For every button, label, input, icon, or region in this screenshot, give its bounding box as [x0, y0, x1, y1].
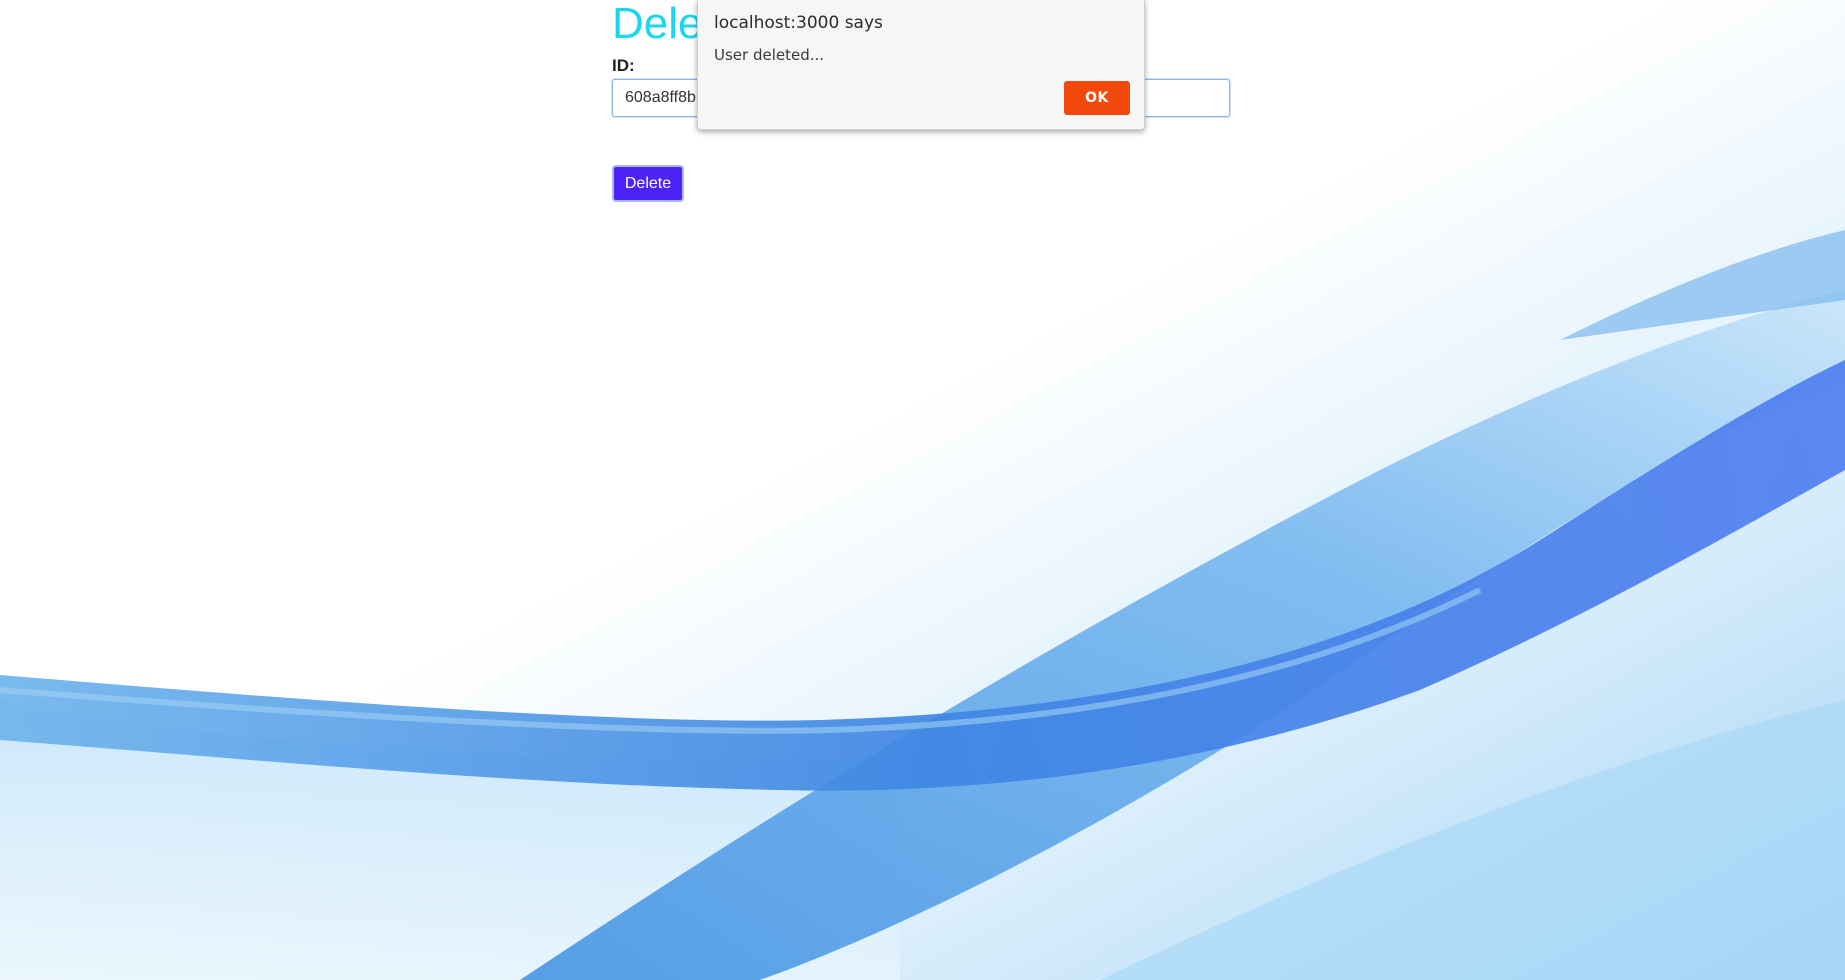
browser-viewport: Delete ID: Delete localhost:3000 says Us… — [0, 0, 1845, 980]
delete-button[interactable]: Delete — [612, 165, 684, 202]
id-label: ID: — [612, 56, 635, 75]
dialog-message: User deleted... — [714, 46, 825, 64]
background-wave-image — [0, 0, 1845, 980]
ok-button[interactable]: OK — [1064, 81, 1130, 115]
dialog-title: localhost:3000 says — [714, 13, 883, 33]
alert-dialog: localhost:3000 says User deleted... OK — [697, 0, 1145, 130]
